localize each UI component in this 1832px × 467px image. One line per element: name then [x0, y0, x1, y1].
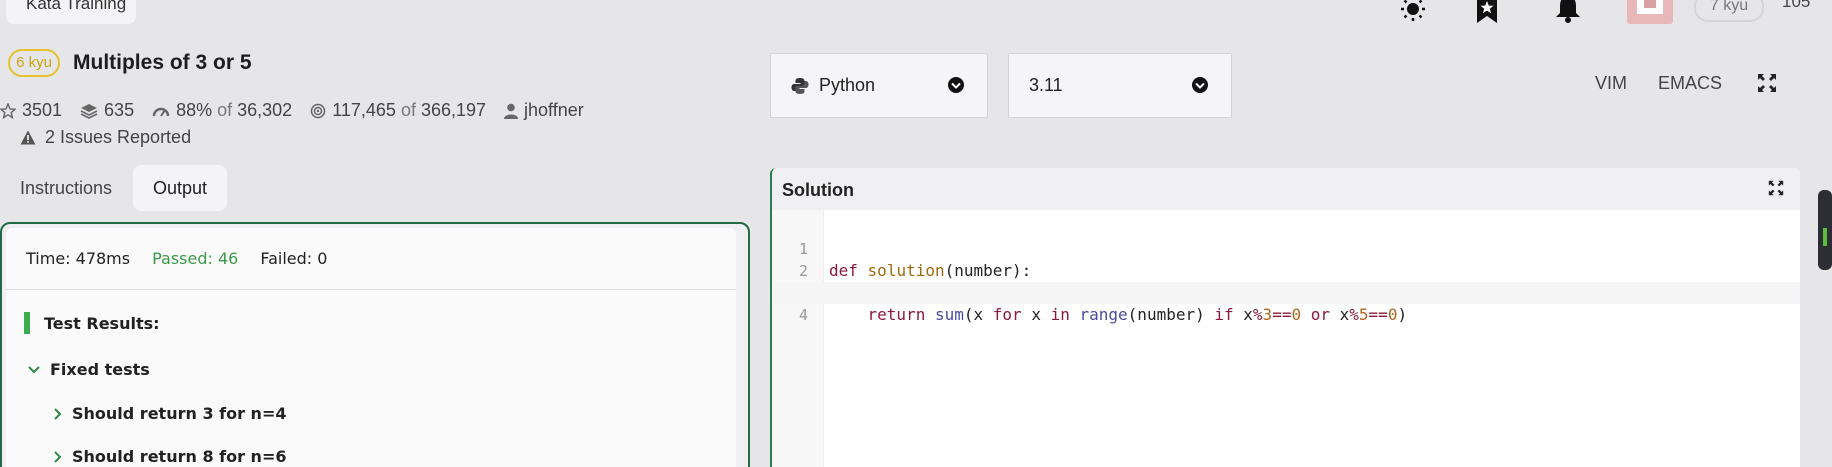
- expand-icon[interactable]: [1768, 180, 1784, 201]
- completions-stat: 117,465 of 366,197: [310, 100, 486, 121]
- language-select[interactable]: Python: [770, 53, 988, 118]
- line-number: 4: [798, 306, 808, 324]
- chevron-down-circle-icon: [1192, 77, 1208, 93]
- test-item[interactable]: Should return 8 for n=6: [54, 447, 286, 466]
- code-line-active[interactable]: 4: [772, 282, 1800, 324]
- python-icon: [791, 77, 809, 94]
- tab-output[interactable]: Output: [133, 165, 228, 211]
- issues-reported[interactable]: 2 Issues Reported: [20, 127, 191, 148]
- output-panel: Time: 478ms Passed: 46 Failed: 0 Test Re…: [0, 222, 750, 467]
- test-item-label: Should return 8 for n=6: [72, 447, 287, 466]
- user-icon: [504, 103, 519, 119]
- solution-title: Solution: [782, 180, 854, 200]
- layers-icon: [80, 103, 98, 119]
- attempted-count: 366,197: [420, 100, 487, 120]
- code-line[interactable]: 1 def solution(number):: [772, 216, 1800, 280]
- test-results-heading: Test Results:: [24, 312, 160, 334]
- completed-count: 117,465: [332, 100, 396, 120]
- sun-icon[interactable]: [1398, 0, 1428, 24]
- output-content: Time: 478ms Passed: 46 Failed: 0 Test Re…: [6, 228, 736, 467]
- bell-icon[interactable]: [1553, 0, 1583, 24]
- version-value: 3.11: [1029, 75, 1063, 95]
- of-label: of: [400, 100, 416, 120]
- code-line[interactable]: 3 return sum(x for x in range(number) if…: [772, 260, 1800, 324]
- votes-count: 36,302: [237, 100, 293, 120]
- target-icon: [310, 103, 326, 118]
- chevron-right-icon: [54, 450, 62, 463]
- emacs-mode-button[interactable]: EMACS: [1658, 73, 1722, 94]
- chevron-down-circle-icon: [948, 77, 964, 93]
- code-text: return sum(x for x in range(number) if x…: [867, 305, 1408, 324]
- language-value: Python: [819, 75, 876, 95]
- avatar[interactable]: [1627, 0, 1673, 24]
- stars-stat[interactable]: 3501: [0, 100, 62, 121]
- passed-count: Passed: 46: [152, 249, 239, 268]
- kata-training-chip[interactable]: Kata Training: [6, 0, 136, 24]
- vim-mode-button[interactable]: VIM: [1595, 73, 1627, 94]
- tab-instructions[interactable]: Instructions: [0, 165, 132, 211]
- satisfaction-stat: 88% of 36,302: [152, 100, 292, 121]
- run-time: Time: 478ms: [26, 249, 131, 268]
- bookmark-star-icon[interactable]: [1472, 0, 1502, 24]
- test-summary: Time: 478ms Passed: 46 Failed: 0: [6, 228, 736, 290]
- fixed-tests-label: Fixed tests: [50, 360, 150, 379]
- satisfaction-percent: 88%: [176, 100, 213, 120]
- kata-title: Multiples of 3 or 5: [73, 51, 252, 74]
- stars-count: 3501: [22, 100, 63, 120]
- author-stat[interactable]: jhoffner: [504, 100, 584, 121]
- fullscreen-icon[interactable]: [1757, 73, 1777, 98]
- kata-stats: 3501 635 88% of 36,302 117,465 of 366,19…: [0, 100, 602, 121]
- user-rank-badge: 7 kyu: [1694, 0, 1764, 22]
- test-item-label: Should return 3 for n=4: [72, 404, 287, 423]
- star-icon: [0, 102, 16, 119]
- honor-count: 105: [1782, 0, 1811, 11]
- code-line[interactable]: 2 #pass: [772, 238, 1800, 302]
- kata-rank-badge: 6 kyu: [8, 49, 60, 77]
- collections-stat[interactable]: 635: [80, 100, 134, 121]
- status-bar: [24, 312, 30, 334]
- of-label: of: [217, 100, 233, 120]
- code-editor[interactable]: 1 def solution(number): 2 #pass 3 return…: [772, 210, 1800, 467]
- warning-icon: [20, 130, 36, 145]
- test-item[interactable]: Should return 3 for n=4: [54, 404, 286, 423]
- author-name[interactable]: jhoffner: [524, 100, 584, 121]
- test-results-label: Test Results:: [44, 313, 160, 333]
- collections-count: 635: [104, 100, 135, 120]
- version-select[interactable]: 3.11: [1008, 53, 1232, 118]
- fixed-tests-group[interactable]: Fixed tests: [28, 360, 150, 379]
- chevron-right-icon: [54, 407, 62, 420]
- chevron-down-icon: [28, 365, 40, 373]
- issues-label: 2 Issues Reported: [45, 127, 192, 147]
- side-scroll-handle[interactable]: [1818, 190, 1832, 270]
- solution-panel: Solution 1 def solution(number): 2 #pass…: [770, 168, 1800, 467]
- gauge-icon: [152, 107, 170, 117]
- failed-count: Failed: 0: [260, 249, 328, 268]
